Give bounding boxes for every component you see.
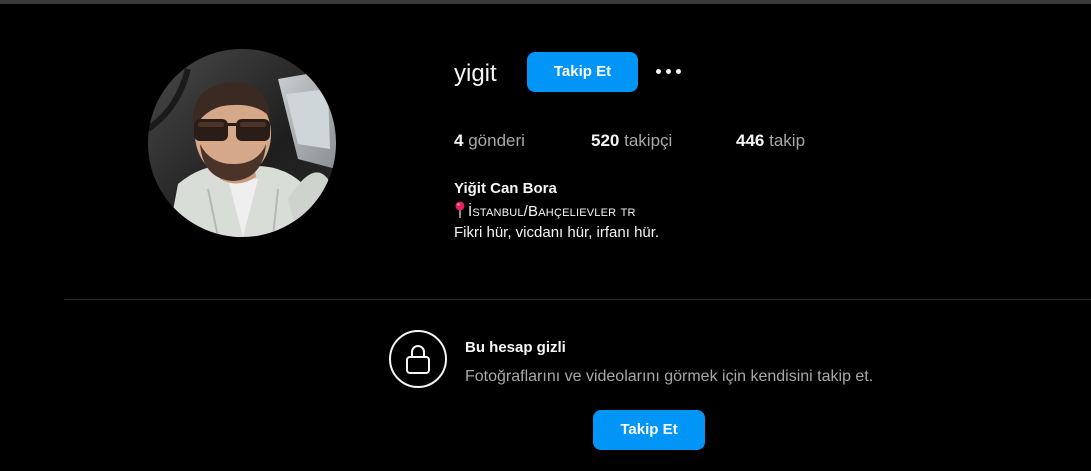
avatar-photo (148, 49, 336, 237)
following-stat[interactable]: 446 takip (736, 130, 805, 152)
follow-button-private[interactable]: Takip Et (593, 410, 705, 450)
followers-count: 520 (591, 131, 620, 150)
follow-button[interactable]: Takip Et (527, 52, 638, 92)
posts-count: 4 (454, 131, 464, 150)
more-options-icon[interactable] (652, 60, 686, 84)
dot (666, 69, 671, 74)
followers-label: takipçi (624, 131, 673, 150)
profile-username: yigit (454, 60, 497, 87)
lock-icon (406, 345, 430, 374)
profile-full-name: Yiğit Can Bora (454, 180, 557, 197)
posts-stat: 4 gönderi (454, 130, 525, 152)
private-account-title: Bu hesap gizli (465, 339, 566, 356)
lock-icon-circle (389, 330, 447, 388)
following-count: 446 (736, 131, 765, 150)
private-account-description: Fotoğraflarını ve videolarını görmek içi… (465, 368, 874, 385)
posts-label: gönderi (468, 131, 525, 150)
section-divider (64, 299, 1091, 300)
dot (656, 69, 661, 74)
round-pushpin-icon (455, 201, 465, 218)
profile-avatar[interactable] (148, 49, 336, 237)
window-top-border (0, 0, 1091, 4)
following-label: takip (769, 131, 806, 150)
profile-bio: Fikri hür, vicdanı hür, irfanı hür. (454, 224, 660, 241)
location-text: İstanbul/Bahçelievler tr (468, 203, 636, 220)
followers-stat[interactable]: 520 takipçi (591, 130, 672, 152)
dot (676, 69, 681, 74)
profile-page: yigit Takip Et 4 gönderi 520 takipçi 446… (0, 0, 1091, 471)
profile-location: İstanbul/Bahçelievler tr (454, 201, 636, 222)
